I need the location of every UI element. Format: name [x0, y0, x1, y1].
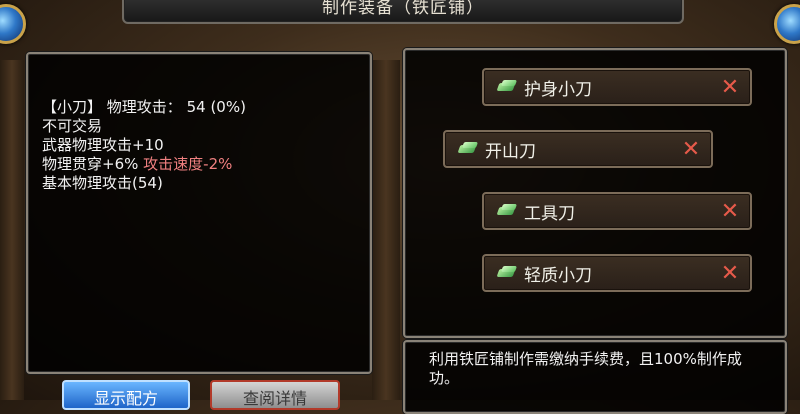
item-header-line: 【小刀】 物理攻击： 54 (0%): [42, 98, 246, 117]
item-pierce-line: 物理贯穿+6% 攻击速度-2%: [42, 155, 246, 174]
close-icon[interactable]: ✕: [710, 199, 750, 224]
item-stat-value: 54 (0%): [186, 98, 246, 116]
background-pillar: [372, 60, 400, 400]
recipe-label: 工具刀: [524, 203, 575, 224]
recipe-item[interactable]: 护身小刀 ✕: [482, 68, 752, 106]
close-icon[interactable]: ✕: [710, 75, 750, 100]
item-stat-label: 物理攻击：: [106, 98, 182, 116]
item-name: 【小刀】: [42, 98, 103, 116]
recipe-item[interactable]: 开山刀 ✕: [443, 130, 713, 168]
material-icon: [498, 80, 518, 94]
item-weapon-attack: 武器物理攻击+10: [42, 136, 164, 154]
recipe-label: 开山刀: [485, 141, 536, 162]
right-orb-ornament: [774, 4, 800, 44]
fee-notice: 利用铁匠铺制作需缴纳手续费，且100%制作成功。: [429, 350, 742, 387]
recipe-label: 轻质小刀: [524, 265, 592, 286]
item-pierce: 物理贯穿+6%: [42, 155, 139, 173]
recipe-item[interactable]: 轻质小刀 ✕: [482, 254, 752, 292]
item-trade-status: 不可交易: [42, 117, 103, 135]
close-icon[interactable]: ✕: [710, 261, 750, 286]
close-icon[interactable]: ✕: [671, 137, 711, 162]
show-recipe-button[interactable]: 显示配方: [62, 380, 190, 410]
left-orb-ornament: [0, 4, 26, 44]
material-icon: [498, 204, 518, 218]
material-icon: [459, 142, 479, 156]
view-details-button[interactable]: 查阅详情: [210, 380, 340, 410]
title-bar: 制作装备（铁匠铺）: [122, 0, 684, 24]
item-base-attack: 基本物理攻击(54): [42, 174, 163, 192]
item-info-panel: 【小刀】 物理攻击： 54 (0%) 不可交易 武器物理攻击+10 物理贯穿+6…: [26, 52, 372, 374]
window-title: 制作装备（铁匠铺）: [322, 0, 484, 18]
item-description: 【小刀】 物理攻击： 54 (0%) 不可交易 武器物理攻击+10 物理贯穿+6…: [42, 98, 246, 193]
recipe-item[interactable]: 工具刀 ✕: [482, 192, 752, 230]
item-attack-speed-penalty: 攻击速度-2%: [143, 155, 233, 173]
recipe-label: 护身小刀: [524, 79, 592, 100]
material-icon: [498, 266, 518, 280]
background-shelf: [0, 60, 24, 400]
notice-panel: 利用铁匠铺制作需缴纳手续费，且100%制作成功。: [403, 340, 787, 414]
